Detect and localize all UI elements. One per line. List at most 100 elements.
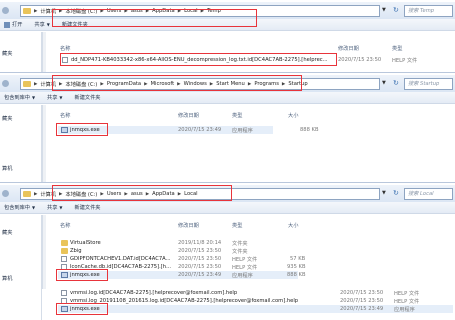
share-label: 共享 xyxy=(34,22,45,28)
file-type: HELP 文件 xyxy=(394,298,420,305)
file-type: 应用程序 xyxy=(394,306,415,313)
file-date: 2019/11/8 20:14 xyxy=(178,240,222,246)
column-size[interactable]: 大小 xyxy=(288,112,298,119)
include-label: 包含到库中 xyxy=(4,205,30,211)
highlight-box xyxy=(56,269,108,281)
nav-item-computer[interactable]: 算机 xyxy=(2,165,12,172)
column-type[interactable]: 类型 xyxy=(232,112,242,119)
back-icon[interactable] xyxy=(2,80,9,87)
open-button[interactable]: 打开 xyxy=(4,21,22,28)
share-label: 共享 xyxy=(47,205,58,211)
folder-icon xyxy=(61,240,68,246)
file-date: 2020/7/15 23:50 xyxy=(178,264,222,270)
nav-item-favorites[interactable]: 藏夹 xyxy=(2,50,12,57)
folder-icon xyxy=(23,8,31,14)
column-name[interactable]: 名称 xyxy=(60,222,70,229)
nav-item-computer[interactable]: 算机 xyxy=(2,275,12,282)
chevron-right-icon: ▶ xyxy=(34,191,38,197)
explorer-window-startup: ▶ 计算机 ▶ 本地磁盘 (C:) ▶ ProgramData ▶ Micros… xyxy=(0,72,455,183)
search-input[interactable]: 搜索 Temp xyxy=(404,5,453,17)
file-type: 应用程序 xyxy=(232,127,253,134)
chevron-down-icon: ▼ xyxy=(46,22,50,27)
column-date[interactable]: 修改日期 xyxy=(338,45,359,52)
share-button[interactable]: 共享 ▼ xyxy=(47,94,62,101)
file-type: HELP 文件 xyxy=(232,256,258,263)
file-date: 2020/7/15 23:50 xyxy=(178,248,222,254)
list-item[interactable]: GDIPFONTCACHEV1.DAT.id[DC4AC7A... 2020/7… xyxy=(58,255,305,263)
column-header: 名称 修改日期 类型 xyxy=(60,44,450,52)
column-date[interactable]: 修改日期 xyxy=(178,222,199,229)
highlight-box xyxy=(56,303,108,315)
file-date: 2020/7/15 23:50 xyxy=(340,290,384,296)
column-name[interactable]: 名称 xyxy=(60,45,70,52)
file-name: VirtualStore xyxy=(70,240,101,246)
nav-item-favorites[interactable]: 藏夹 xyxy=(2,229,12,236)
chevron-down-icon[interactable]: ▼ xyxy=(382,190,390,198)
navigation-pane: 藏夹 xyxy=(0,32,42,72)
file-date: 2020/7/15 23:49 xyxy=(178,127,222,133)
column-size[interactable]: 大小 xyxy=(288,222,298,229)
explorer-window-temp: ▶ 计算机 ▶ 本地磁盘 (C:) ▶ Users ▶ asus ▶ AppDa… xyxy=(0,0,455,72)
column-header: 名称 修改日期 类型 大小 xyxy=(60,111,450,119)
chevron-down-icon: ▼ xyxy=(59,205,63,210)
highlight-box xyxy=(60,53,337,66)
refresh-icon[interactable]: ↻ xyxy=(393,79,401,88)
nav-buttons[interactable] xyxy=(2,78,18,89)
back-icon[interactable] xyxy=(2,7,9,14)
new-folder-button[interactable]: 新建文件夹 xyxy=(75,94,101,101)
file-size: 57 KB xyxy=(290,256,306,262)
highlight-box xyxy=(52,75,302,91)
nav-buttons[interactable] xyxy=(2,188,18,199)
list-item[interactable]: Zbig 2020/7/15 23:50 文件夹 xyxy=(58,247,298,255)
toolbar: 包含到库中 ▼ 共享 ▼ 新建文件夹 xyxy=(0,202,455,214)
file-name: vmmsi.log.id[DC4AC7AB-2275].[helprecover… xyxy=(70,290,238,296)
file-size: 888 KB xyxy=(300,127,319,133)
file-date: 2020/7/15 23:50 xyxy=(178,256,222,262)
refresh-icon[interactable]: ↻ xyxy=(393,189,401,198)
column-header: 名称 修改日期 类型 大小 xyxy=(60,221,450,229)
file-date: 2020/7/15 23:49 xyxy=(178,272,222,278)
file-date: 2020/7/15 23:50 xyxy=(338,57,382,63)
column-type[interactable]: 类型 xyxy=(232,222,242,229)
chevron-down-icon[interactable]: ▼ xyxy=(382,7,390,15)
file-date: 2020/7/15 23:49 xyxy=(340,306,384,312)
share-button[interactable]: 共享 ▼ xyxy=(47,204,62,211)
column-name[interactable]: 名称 xyxy=(60,112,70,119)
chevron-down-icon[interactable]: ▼ xyxy=(382,80,390,88)
include-in-library-button[interactable]: 包含到库中 ▼ xyxy=(4,94,35,101)
chevron-down-icon: ▼ xyxy=(31,205,36,210)
nav-item-favorites[interactable]: 藏夹 xyxy=(2,115,12,122)
nav-buttons[interactable] xyxy=(2,5,18,16)
file-size: 888 KB xyxy=(287,272,306,278)
open-label: 打开 xyxy=(12,22,23,28)
list-item[interactable]: VirtualStore 2019/11/8 20:14 文件夹 xyxy=(58,239,298,247)
file-type: HELP 文件 xyxy=(394,290,420,297)
list-item[interactable]: vmmsi.log_20191108_201615.log.id[DC4AC7A… xyxy=(58,297,453,305)
folder-icon xyxy=(23,191,31,197)
list-item[interactable]: jnmqxs.exe 2020/7/15 23:49 应用程序 xyxy=(58,305,453,313)
nav-scrollbar[interactable] xyxy=(42,32,46,72)
share-button[interactable]: 共享 ▼ xyxy=(34,21,49,28)
file-name: Zbig xyxy=(70,248,82,254)
chevron-down-icon: ▼ xyxy=(59,95,63,100)
file-date: 2020/7/15 23:50 xyxy=(340,298,384,304)
column-date[interactable]: 修改日期 xyxy=(178,112,199,119)
new-folder-button[interactable]: 新建文件夹 xyxy=(75,204,101,211)
list-item[interactable]: vmmsi.log.id[DC4AC7AB-2275].[helprecover… xyxy=(58,289,453,297)
include-label: 包含到库中 xyxy=(4,95,30,101)
column-type[interactable]: 类型 xyxy=(392,45,402,52)
file-type: 应用程序 xyxy=(232,272,253,279)
file-name: GDIPFONTCACHEV1.DAT.id[DC4AC7A... xyxy=(70,256,171,262)
include-in-library-button[interactable]: 包含到库中 ▼ xyxy=(4,204,35,211)
search-input[interactable]: 搜索 Local xyxy=(404,188,453,200)
nav-scrollbar[interactable] xyxy=(42,215,46,289)
share-label: 共享 xyxy=(47,95,58,101)
highlight-box xyxy=(52,9,257,27)
search-input[interactable]: 搜索 Startup xyxy=(404,78,453,90)
highlight-box xyxy=(52,185,232,201)
nav-scrollbar[interactable] xyxy=(42,105,46,183)
back-icon[interactable] xyxy=(2,190,9,197)
refresh-icon[interactable]: ↻ xyxy=(393,6,401,15)
new-folder-label: 新建文件夹 xyxy=(74,205,101,211)
new-folder-label: 新建文件夹 xyxy=(74,95,101,101)
